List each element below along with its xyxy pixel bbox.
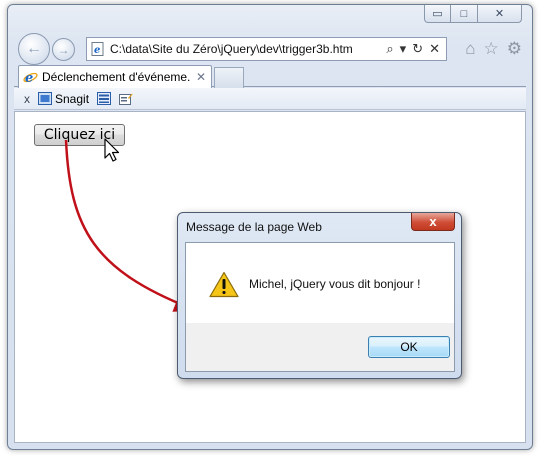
tab-active[interactable]: e Déclenchement d'événeme... ✕ (18, 65, 212, 88)
tab-label: Déclenchement d'événeme... (42, 70, 191, 84)
gear-icon[interactable]: ⚙ (507, 39, 522, 59)
snagit-label: Snagit (55, 91, 90, 106)
edit-icon[interactable] (119, 92, 133, 105)
dialog-title: Message de la page Web (186, 220, 322, 234)
warning-icon (209, 271, 239, 298)
ie-icon: e (23, 71, 38, 85)
dialog-body: Michel, jQuery vous dit bonjour ! OK (185, 242, 455, 372)
stop-icon[interactable]: ✕ (429, 41, 440, 57)
dialog-close-button[interactable]: x (411, 213, 455, 231)
snagit-button[interactable]: Snagit (38, 92, 89, 106)
forward-arrow-icon: → (57, 42, 70, 57)
refresh-icon[interactable]: ↻ (412, 41, 423, 57)
forward-button[interactable]: → (52, 38, 75, 61)
maximize-button[interactable]: □ (451, 5, 478, 23)
mouse-pointer-icon (104, 138, 120, 162)
close-window-button[interactable]: ✕ (478, 5, 522, 23)
favorites-icon[interactable]: ☆ (484, 39, 499, 59)
ok-button[interactable]: OK (368, 336, 450, 358)
page-icon: e (91, 42, 104, 56)
toolbar-icons: ⌂ ☆ ⚙ (465, 39, 522, 59)
address-bar[interactable]: e C:\data\Site du Zéro\jQuery\dev\trigge… (86, 37, 447, 61)
window-controls: ▭ □ ✕ (424, 5, 522, 27)
address-text[interactable]: C:\data\Site du Zéro\jQuery\dev\trigger3… (110, 42, 386, 56)
tab-strip: e Déclenchement d'événeme... ✕ (14, 65, 526, 88)
alert-dialog: Message de la page Web x Michel, jQuery … (177, 212, 462, 379)
dialog-message-area: Michel, jQuery vous dit bonjour ! (186, 243, 454, 323)
new-tab-button[interactable] (214, 67, 244, 88)
search-icon[interactable]: ⌕ (386, 41, 393, 57)
back-arrow-icon: ← (26, 40, 42, 57)
home-icon[interactable]: ⌂ (465, 39, 475, 59)
close-toolbar-icon[interactable]: x (24, 92, 30, 106)
close-tab-icon[interactable]: ✕ (191, 70, 211, 84)
minimize-button[interactable]: ▭ (424, 5, 451, 23)
command-bar: x Snagit (14, 88, 526, 110)
address-tools: ⌕ ▾ ↻ ✕ (386, 41, 446, 57)
grid-icon[interactable] (97, 92, 112, 105)
back-button[interactable]: ← (18, 33, 50, 65)
navigation-row: ← → e C:\data\Site du Zéro\jQuery\dev\tr… (14, 33, 526, 65)
chevron-down-icon[interactable]: ▾ (400, 41, 407, 57)
svg-text:e: e (25, 71, 33, 85)
svg-text:e: e (94, 45, 100, 56)
dialog-message: Michel, jQuery vous dit bonjour ! (249, 277, 421, 291)
snagit-icon (38, 92, 52, 105)
